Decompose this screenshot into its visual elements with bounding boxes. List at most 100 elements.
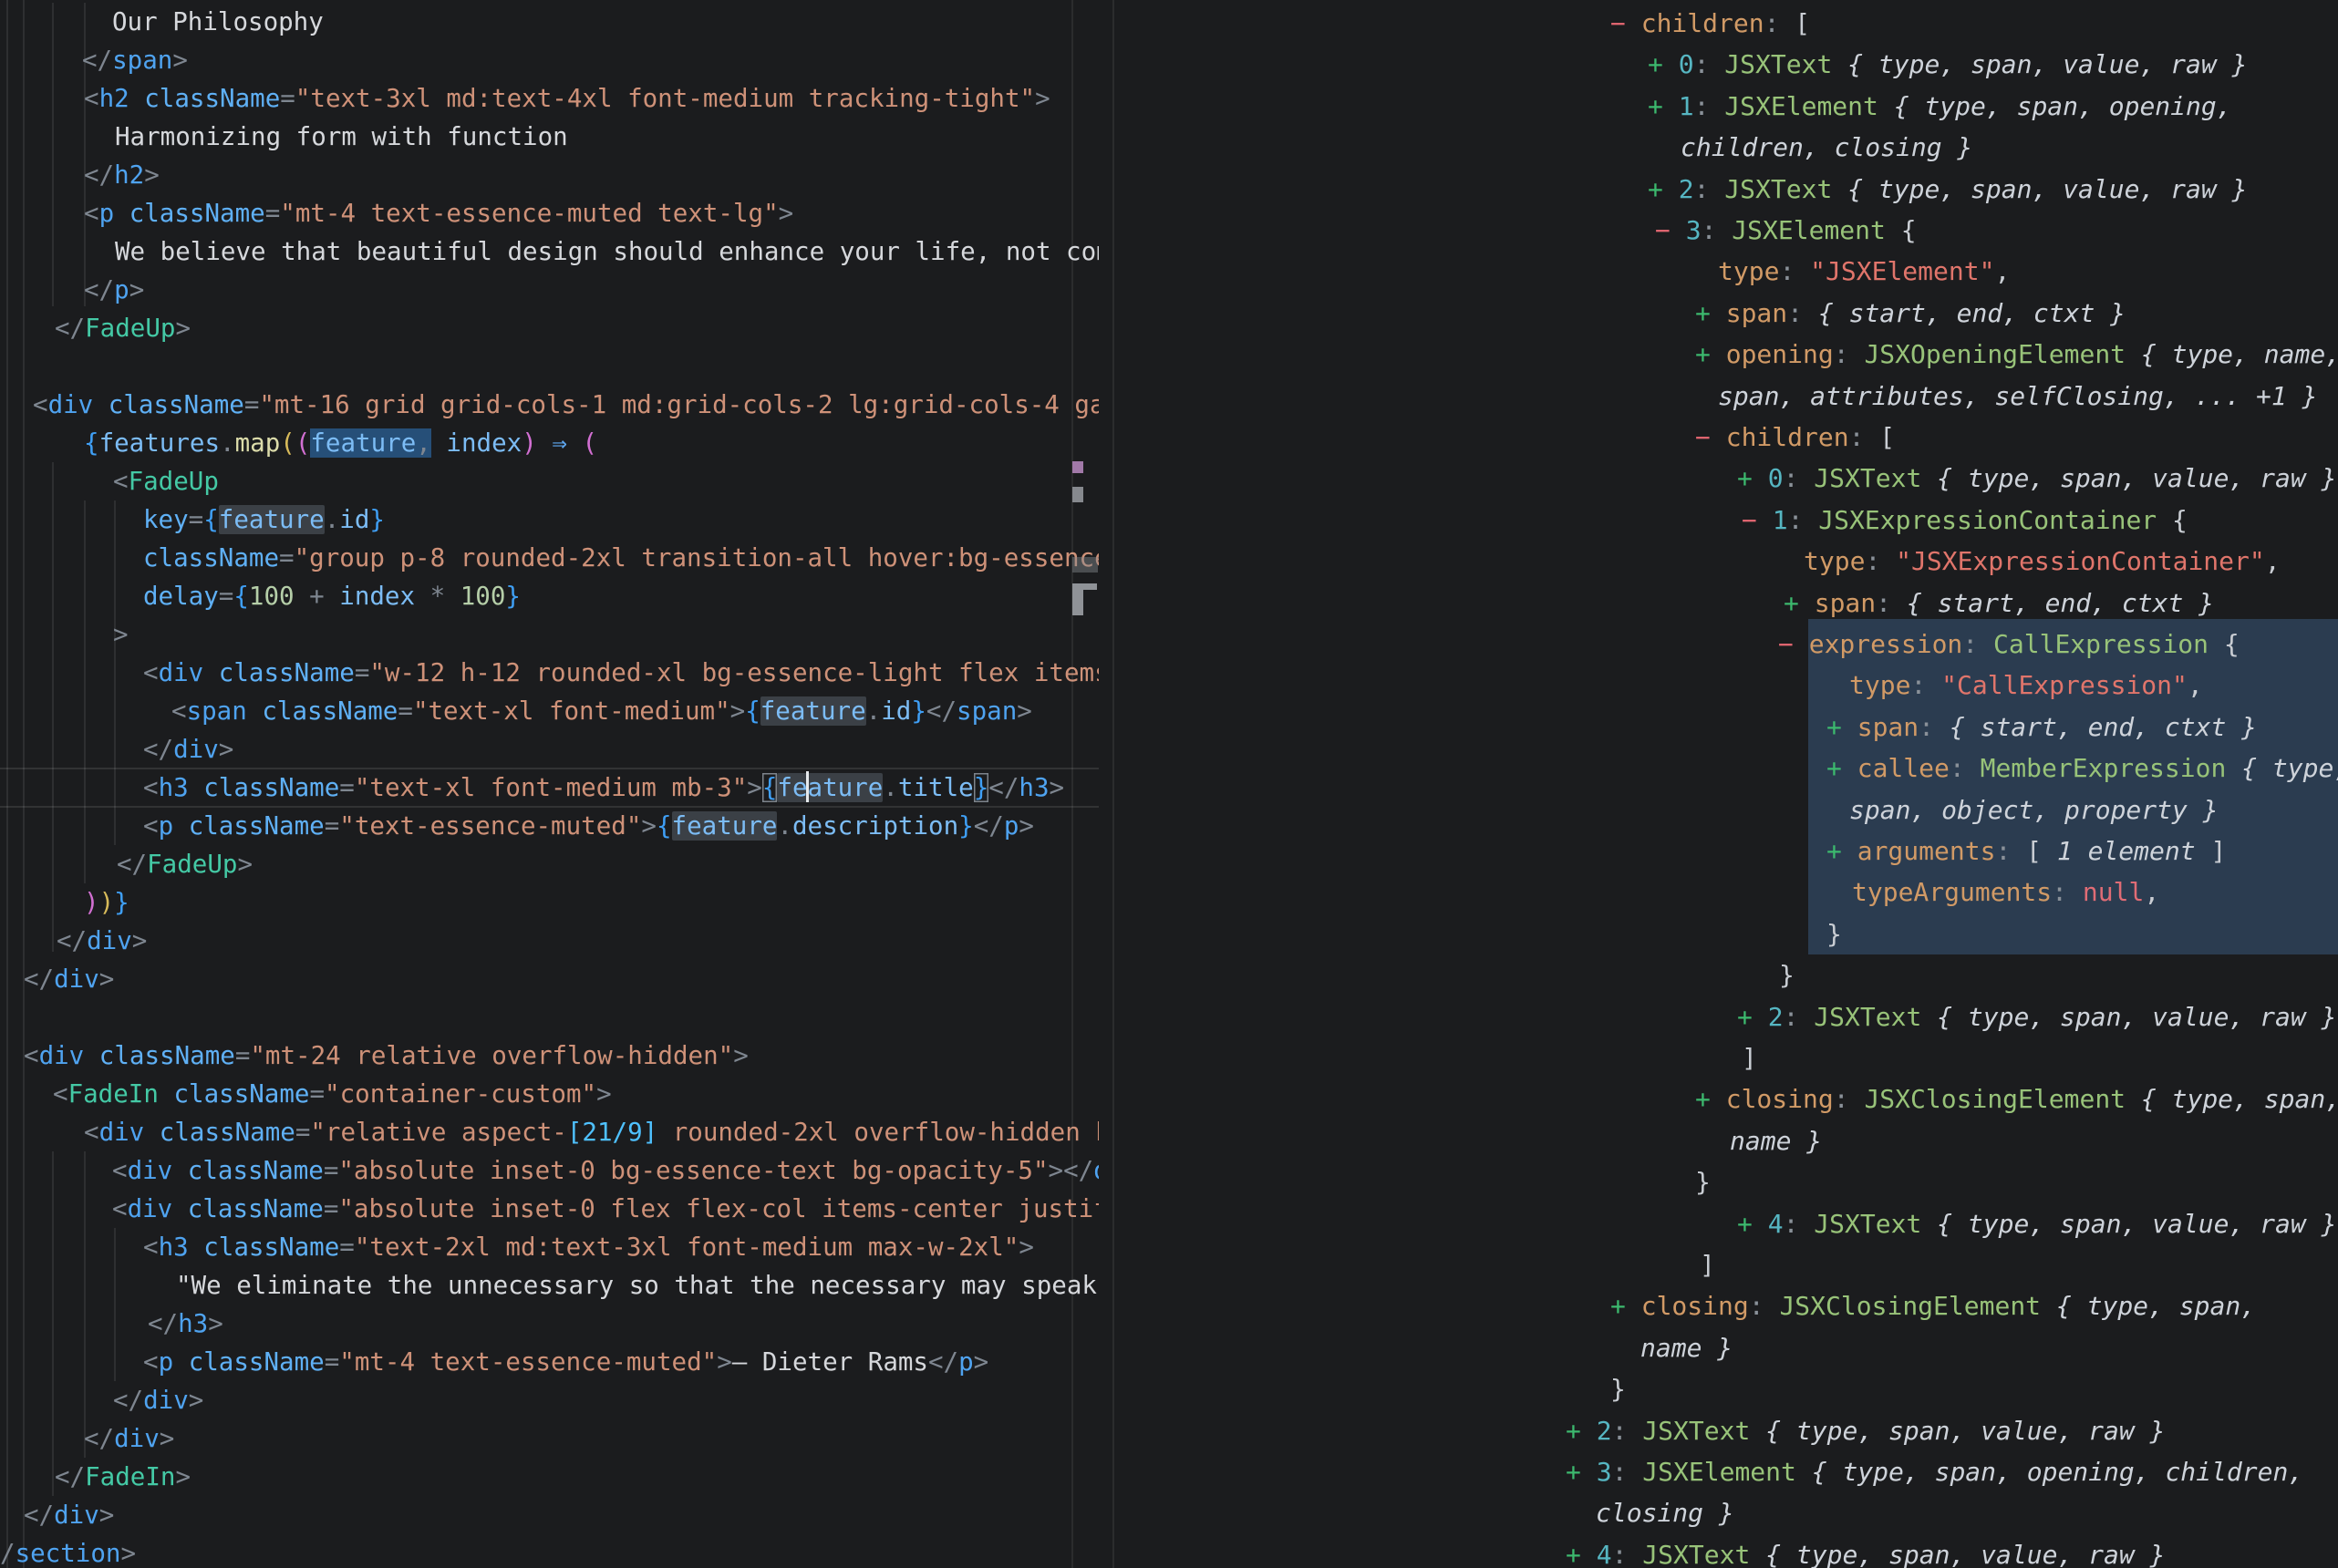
- ast-row[interactable]: + 2: JSXText { type, span, value, raw }: [1737, 996, 2336, 1037]
- code-editor-pane[interactable]: Our Philosophy</span><h2 className="text…: [0, 0, 1099, 1568]
- code-line[interactable]: Our Philosophy: [112, 3, 324, 41]
- code-line[interactable]: <h3 className="text-xl font-medium mb-3"…: [143, 769, 1064, 807]
- ast-row[interactable]: }: [1826, 913, 1842, 954]
- ast-row[interactable]: type: "JSXElement",: [1718, 251, 2010, 292]
- code-line[interactable]: </div>: [24, 1496, 114, 1534]
- ast-row[interactable]: + 2: JSXText { type, span, value, raw }: [1648, 169, 2247, 210]
- ast-row[interactable]: − children: [: [1610, 3, 1810, 44]
- ast-row[interactable]: − 1: JSXExpressionContainer {: [1742, 500, 2188, 541]
- ast-row[interactable]: span, attributes, selfClosing, ... +1 }: [1718, 376, 2317, 417]
- code-line[interactable]: <div className="mt-24 relative overflow-…: [24, 1037, 749, 1075]
- ast-row[interactable]: }: [1779, 954, 1795, 995]
- code-line[interactable]: <p className="mt-4 text-essence-muted te…: [84, 194, 793, 232]
- ast-row[interactable]: ]: [1700, 1244, 1715, 1285]
- ast-row[interactable]: + closing: JSXClosingElement { type, spa…: [1695, 1078, 2338, 1119]
- code-line[interactable]: </div>: [24, 960, 114, 998]
- expand-icon[interactable]: +: [1784, 588, 1815, 618]
- expand-icon[interactable]: +: [1610, 1291, 1641, 1321]
- code-line[interactable]: </div>: [57, 922, 147, 960]
- code-line[interactable]: </h3>: [148, 1305, 223, 1343]
- ast-row[interactable]: + 4: JSXText { type, span, value, raw }: [1566, 1534, 2165, 1568]
- ast-row[interactable]: typeArguments: null,: [1852, 872, 2159, 913]
- ast-tree-pane[interactable]: − children: [+ 0: JSXText { type, span, …: [1112, 0, 2338, 1568]
- code-line[interactable]: Harmonizing form with function: [115, 118, 568, 156]
- code-line[interactable]: </FadeUp>: [55, 309, 191, 347]
- code-line[interactable]: We believe that beautiful design should …: [115, 232, 1099, 271]
- code-line[interactable]: <FadeIn className="container-custom">: [53, 1075, 612, 1113]
- code-line[interactable]: <div className="mt-16 grid grid-cols-1 m…: [33, 386, 1099, 424]
- code-line[interactable]: </h2>: [84, 156, 160, 194]
- ast-row[interactable]: name }: [1640, 1327, 1733, 1368]
- expand-icon[interactable]: +: [1695, 298, 1726, 328]
- expand-icon[interactable]: +: [1648, 49, 1679, 79]
- ast-row[interactable]: + arguments: [ 1 element ]: [1826, 830, 2226, 872]
- code-line[interactable]: <p className="mt-4 text-essence-muted">—…: [143, 1343, 988, 1381]
- code-line[interactable]: <span className="text-xl font-medium">{f…: [171, 692, 1032, 730]
- code-line[interactable]: <div className="absolute inset-0 flex fl…: [112, 1190, 1099, 1228]
- code-line[interactable]: </span>: [82, 41, 188, 79]
- code-line[interactable]: >: [113, 615, 129, 654]
- code-line[interactable]: delay={100 + index * 100}: [143, 577, 521, 615]
- expand-icon[interactable]: +: [1566, 1457, 1597, 1487]
- ast-row[interactable]: + 0: JSXText { type, span, value, raw }: [1737, 458, 2336, 499]
- ast-row[interactable]: + 2: JSXText { type, span, value, raw }: [1566, 1410, 2165, 1451]
- ast-row[interactable]: + 4: JSXText { type, span, value, raw }: [1737, 1203, 2336, 1244]
- ast-row[interactable]: span, object, property }: [1849, 789, 2219, 830]
- ast-row[interactable]: children, closing }: [1681, 127, 1972, 168]
- code-line[interactable]: key={feature.id}: [143, 500, 385, 539]
- code-line[interactable]: /section>: [0, 1534, 136, 1568]
- expand-icon[interactable]: +: [1695, 339, 1726, 369]
- collapse-icon[interactable]: −: [1655, 215, 1686, 245]
- ast-row[interactable]: − 3: JSXElement {: [1655, 210, 1917, 251]
- expand-icon[interactable]: +: [1566, 1416, 1597, 1446]
- code-line[interactable]: ))}: [84, 883, 129, 922]
- expand-icon[interactable]: +: [1648, 174, 1679, 204]
- ast-row[interactable]: }: [1695, 1161, 1711, 1202]
- code-line[interactable]: <div className="w-12 h-12 rounded-xl bg-…: [143, 654, 1099, 692]
- code-line[interactable]: className="group p-8 rounded-2xl transit…: [143, 539, 1099, 577]
- code-line[interactable]: </div>: [84, 1419, 174, 1458]
- expand-icon[interactable]: +: [1566, 1540, 1597, 1568]
- ast-row[interactable]: type: "JSXExpressionContainer",: [1804, 541, 2281, 582]
- ast-row[interactable]: + span: { start, end, ctxt }: [1695, 293, 2126, 334]
- code-line[interactable]: </FadeIn>: [55, 1458, 191, 1496]
- ast-row[interactable]: + 1: JSXElement { type, span, opening,: [1648, 86, 2232, 127]
- ast-row[interactable]: }: [1610, 1368, 1626, 1409]
- expand-icon[interactable]: +: [1737, 1209, 1768, 1239]
- ast-row[interactable]: + opening: JSXOpeningElement { type, nam…: [1695, 334, 2338, 375]
- code-line[interactable]: "We eliminate the unnecessary so that th…: [176, 1266, 1099, 1305]
- code-line[interactable]: <h2 className="text-3xl md:text-4xl font…: [84, 79, 1050, 118]
- expand-icon[interactable]: +: [1826, 712, 1857, 742]
- code-line[interactable]: </p>: [84, 271, 144, 309]
- ast-row[interactable]: + closing: JSXClosingElement { type, spa…: [1610, 1285, 2256, 1326]
- ast-row[interactable]: ]: [1742, 1037, 1757, 1078]
- code-line[interactable]: <FadeUp: [113, 462, 219, 500]
- collapse-icon[interactable]: −: [1695, 422, 1726, 452]
- code-line[interactable]: <div className="absolute inset-0 bg-esse…: [112, 1151, 1099, 1190]
- code-line[interactable]: <p className="text-essence-muted">{featu…: [143, 807, 1034, 845]
- ast-row[interactable]: + callee: MemberExpression { type,: [1826, 748, 2338, 789]
- ast-row[interactable]: − children: [: [1695, 417, 1895, 458]
- ast-row[interactable]: + 0: JSXText { type, span, value, raw }: [1648, 44, 2247, 85]
- collapse-icon[interactable]: −: [1742, 505, 1773, 535]
- expand-icon[interactable]: +: [1826, 836, 1857, 866]
- code-line[interactable]: </div>: [143, 730, 233, 769]
- ast-row[interactable]: + 3: JSXElement { type, span, opening, c…: [1566, 1451, 2303, 1492]
- ast-row[interactable]: closing }: [1596, 1492, 1734, 1533]
- ast-row[interactable]: − expression: CallExpression {: [1778, 624, 2240, 665]
- ast-row[interactable]: + span: { start, end, ctxt }: [1826, 707, 2257, 748]
- code-line[interactable]: <h3 className="text-2xl md:text-3xl font…: [143, 1228, 1034, 1266]
- expand-icon[interactable]: +: [1826, 753, 1857, 783]
- ast-row[interactable]: name }: [1730, 1120, 1822, 1161]
- ast-row[interactable]: type: "CallExpression",: [1849, 665, 2203, 706]
- expand-icon[interactable]: +: [1737, 1002, 1768, 1032]
- code-line[interactable]: <div className="relative aspect-[21/9] r…: [84, 1113, 1099, 1151]
- collapse-icon[interactable]: −: [1610, 8, 1641, 38]
- expand-icon[interactable]: +: [1695, 1084, 1726, 1114]
- expand-icon[interactable]: +: [1737, 463, 1768, 493]
- collapse-icon[interactable]: −: [1778, 629, 1809, 659]
- ast-row[interactable]: + span: { start, end, ctxt }: [1784, 583, 2214, 624]
- expand-icon[interactable]: +: [1648, 91, 1679, 121]
- code-line[interactable]: {features.map((feature, index) ⇒ (: [84, 424, 597, 462]
- code-line[interactable]: </FadeUp>: [117, 845, 253, 883]
